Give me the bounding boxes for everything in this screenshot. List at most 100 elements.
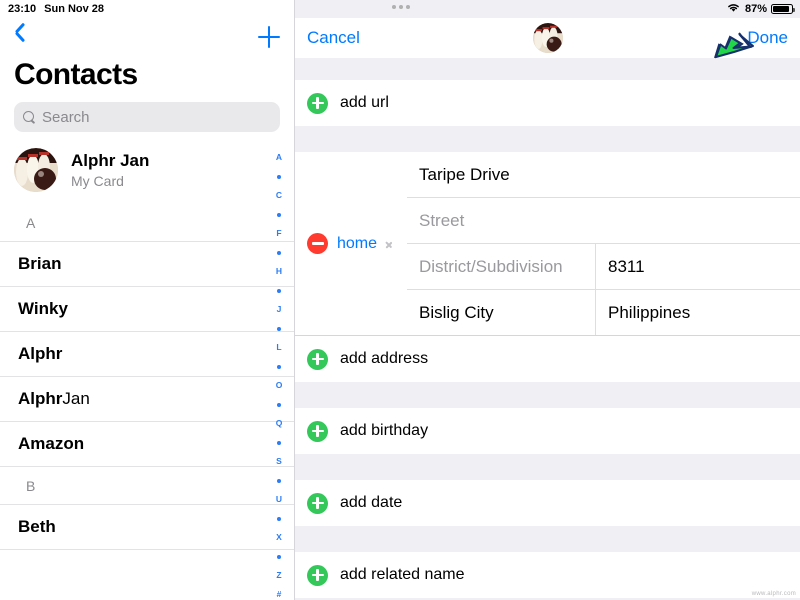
country-field[interactable]: Philippines: [596, 290, 800, 335]
list-item-name-bold: Brian: [18, 254, 62, 273]
street1-field[interactable]: Taripe Drive: [407, 152, 800, 197]
search-container: Search: [0, 102, 294, 140]
list-section-header: B: [0, 467, 294, 505]
list-item-name-regular: Jan: [62, 389, 90, 408]
zip-field[interactable]: 8311: [596, 244, 800, 289]
index-letter[interactable]: #: [271, 585, 287, 600]
list-item[interactable]: Beth: [0, 505, 294, 550]
contact-photo[interactable]: [532, 23, 563, 53]
index-dot[interactable]: [271, 319, 287, 338]
section-gap: [295, 526, 800, 552]
address-type-label: home: [337, 234, 378, 252]
search-placeholder: Search: [42, 108, 90, 126]
street2-field[interactable]: Street: [407, 198, 800, 243]
list-item-name-bold: Alphr: [18, 389, 63, 408]
contact-list: A Brian Winky Alphr Alphr Jan Amazon B Beth: [0, 204, 294, 550]
index-letter[interactable]: J: [271, 300, 287, 319]
index-dot[interactable]: [271, 433, 287, 452]
index-letter[interactable]: Z: [271, 566, 287, 585]
add-address-row[interactable]: add address: [295, 336, 800, 382]
minus-circle-icon[interactable]: [307, 233, 328, 254]
address-line-city-country: Bislig City Philippines: [407, 290, 800, 335]
status-left: 23:10 Sun Nov 28: [0, 3, 104, 15]
wifi-icon: [726, 2, 741, 16]
my-card-row[interactable]: Alphr Jan My Card: [0, 140, 294, 204]
index-letter[interactable]: C: [271, 186, 287, 205]
add-birthday-row[interactable]: add birthday: [295, 408, 800, 454]
index-dot[interactable]: [271, 547, 287, 566]
list-item-name-bold: Beth: [18, 517, 56, 536]
list-item-name-bold: Alphr: [18, 344, 63, 363]
index-letter[interactable]: O: [271, 376, 287, 395]
chevron-right-icon: [386, 238, 393, 249]
plus-circle-icon: [307, 564, 328, 586]
address-line-district-zip: District/Subdivision 8311: [407, 244, 800, 290]
list-item[interactable]: Brian: [0, 242, 294, 287]
status-time: 23:10: [8, 3, 37, 15]
list-item-name-bold: Amazon: [18, 434, 85, 453]
battery-icon: [771, 4, 795, 14]
section-gap: [295, 382, 800, 408]
add-date-label: add date: [340, 494, 403, 511]
index-dot[interactable]: [271, 167, 287, 186]
watermark: www.alphr.com: [751, 591, 796, 597]
index-letter[interactable]: X: [271, 528, 287, 547]
list-item[interactable]: Amazon: [0, 422, 294, 467]
index-dot[interactable]: [271, 357, 287, 376]
sidebar-nav-bar: [0, 18, 294, 56]
address-block: home Taripe Drive Street District/Subdiv…: [295, 152, 800, 335]
index-letter[interactable]: S: [271, 452, 287, 471]
list-item[interactable]: Alphr: [0, 332, 294, 377]
avatar: [14, 148, 58, 192]
ipad-contacts-screen: 23:10 Sun Nov 28 87% Contacts Search Alp…: [0, 0, 800, 600]
list-item[interactable]: Alphr Jan: [0, 377, 294, 422]
index-letter[interactable]: L: [271, 338, 287, 357]
plus-circle-icon: [307, 492, 328, 514]
add-related-name-row[interactable]: add related name: [295, 552, 800, 598]
cancel-button[interactable]: Cancel: [307, 28, 360, 48]
address-line-street2: Street: [407, 198, 800, 244]
index-letter[interactable]: F: [271, 224, 287, 243]
index-dot[interactable]: [271, 281, 287, 300]
add-url-row[interactable]: add url: [295, 80, 800, 126]
add-contact-button[interactable]: [258, 26, 280, 48]
plus-circle-icon: [307, 348, 328, 370]
index-letter[interactable]: Q: [271, 414, 287, 433]
add-birthday-label: add birthday: [340, 422, 429, 439]
contact-edit-panel: Cancel Done add url home Taripe Drive St…: [295, 0, 800, 600]
index-dot[interactable]: [271, 395, 287, 414]
address-line-street1: Taripe Drive: [407, 152, 800, 198]
add-address-label: add address: [340, 350, 429, 367]
section-gap: [295, 126, 800, 152]
status-date: Sun Nov 28: [44, 3, 105, 15]
add-url-label: add url: [340, 94, 389, 111]
plus-circle-icon: [307, 420, 328, 442]
list-section-header: A: [0, 204, 294, 242]
multitask-dots-icon[interactable]: [392, 5, 410, 9]
status-right: 87%: [726, 2, 795, 16]
my-card-subtitle: My Card: [71, 172, 124, 189]
my-card-text: Alphr Jan My Card: [71, 150, 149, 189]
search-input[interactable]: Search: [14, 102, 280, 132]
city-field[interactable]: Bislig City: [407, 290, 596, 335]
section-gap: [295, 454, 800, 480]
index-dot[interactable]: [271, 471, 287, 490]
add-date-row[interactable]: add date: [295, 480, 800, 526]
search-icon: [23, 110, 36, 124]
contacts-sidebar: Contacts Search Alphr Jan My Card A Bria…: [0, 0, 295, 600]
alphabet-index[interactable]: A C F H J L O Q S U X Z #: [271, 148, 287, 600]
back-chevron-icon[interactable]: [14, 26, 27, 48]
battery-percent: 87%: [744, 3, 767, 15]
index-dot[interactable]: [271, 205, 287, 224]
index-letter[interactable]: H: [271, 262, 287, 281]
arrow-cursor-icon: [712, 28, 758, 67]
list-item[interactable]: Winky: [0, 287, 294, 332]
page-title: Contacts: [14, 58, 138, 91]
address-type-cell[interactable]: home: [295, 152, 407, 335]
index-letter[interactable]: A: [271, 148, 287, 167]
district-field[interactable]: District/Subdivision: [407, 244, 596, 289]
index-dot[interactable]: [271, 509, 287, 528]
list-item-name-bold: Winky: [18, 299, 68, 318]
index-letter[interactable]: U: [271, 490, 287, 509]
index-dot[interactable]: [271, 243, 287, 262]
